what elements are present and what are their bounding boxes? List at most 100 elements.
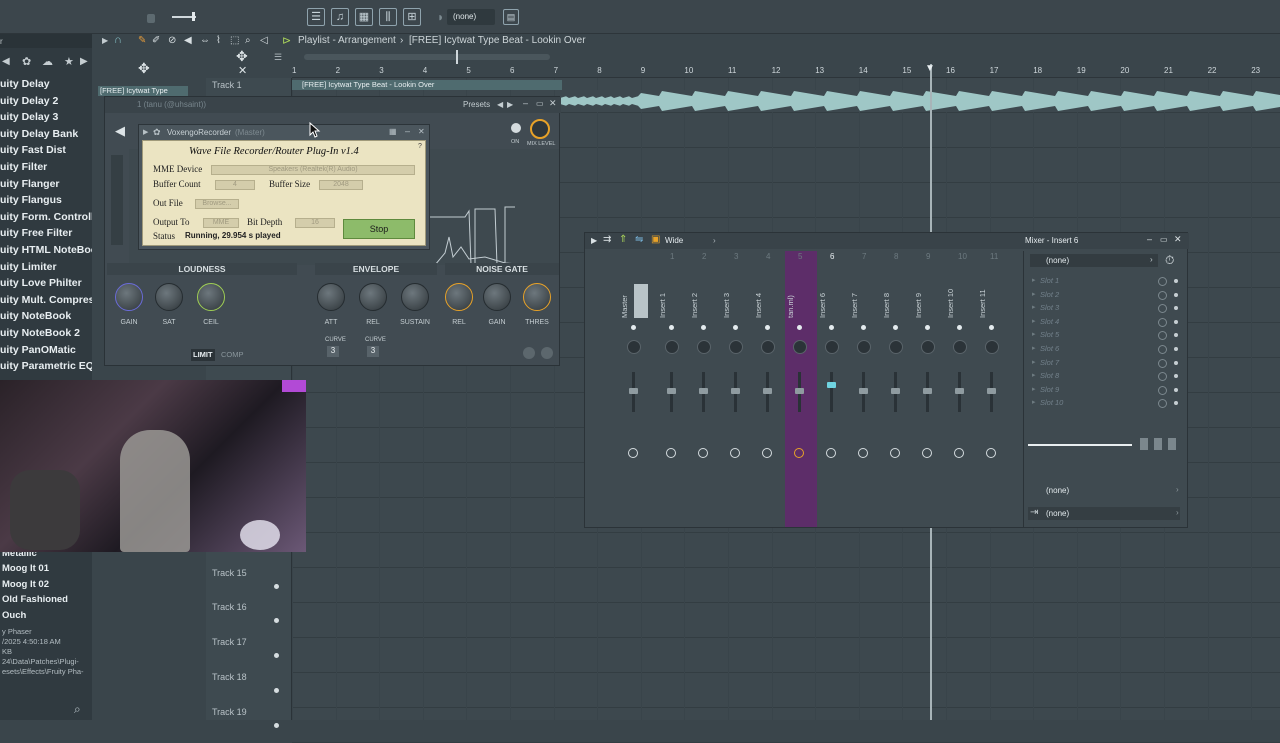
browser-item[interactable]: uity Delay Bank xyxy=(0,126,92,142)
recorder-grid-icon[interactable]: ▦ xyxy=(389,127,397,136)
fx-enable-ring[interactable] xyxy=(826,448,836,458)
mute-tool-icon[interactable]: ◀ xyxy=(184,35,192,46)
volume-fader-cap[interactable] xyxy=(763,388,772,394)
mixer-strip-label[interactable]: Insert 9 xyxy=(914,293,923,318)
fx-enable-ring[interactable] xyxy=(890,448,900,458)
plugin-speaker-icon[interactable]: ◀ xyxy=(115,123,125,139)
mix-level-knob[interactable] xyxy=(530,119,550,139)
slot-mix-knob[interactable] xyxy=(1158,290,1167,300)
mixer-strip-label[interactable]: tan.ml) xyxy=(786,295,795,318)
pan-knob[interactable] xyxy=(921,340,935,354)
next-icon[interactable]: ▶ xyxy=(80,56,88,67)
limit-tab[interactable]: LIMIT xyxy=(191,349,215,361)
mixer-titlebar[interactable]: ▶ ⇉ ⇑ ⇋ ▣ Wide › Mixer - Insert 6 – ▭ ✕ xyxy=(585,233,1189,249)
browser-item[interactable]: uity Delay 3 xyxy=(0,109,92,125)
pan-knob[interactable] xyxy=(985,340,999,354)
output-selector-bottom[interactable]: ⇥ (none) › xyxy=(1028,507,1180,520)
pan-knob[interactable] xyxy=(665,340,679,354)
preset-prev-icon[interactable]: ◀ xyxy=(497,100,503,109)
plugin-knob[interactable] xyxy=(155,283,183,311)
recorder-gear-icon[interactable]: ✿ xyxy=(153,127,161,138)
slot-mix-knob[interactable] xyxy=(1158,345,1167,354)
eq-fader-2[interactable] xyxy=(1154,438,1162,450)
mixer-strip-label[interactable]: Master xyxy=(620,295,629,318)
lock-icon[interactable] xyxy=(147,14,155,23)
mixer-strip-led[interactable] xyxy=(925,325,930,330)
browser-item[interactable]: uity Flanger xyxy=(0,176,92,192)
volume-fader-cap[interactable] xyxy=(795,388,804,394)
slot-mix-knob[interactable] xyxy=(1158,277,1167,286)
zoom-tool-icon[interactable]: ⌕ xyxy=(245,35,251,46)
pan-knob[interactable] xyxy=(697,340,711,354)
browser-item[interactable]: uity Flangus xyxy=(0,192,92,208)
slice-tool-icon[interactable]: ⌇ xyxy=(216,35,221,46)
browser-item[interactable]: uity Parametric EQ xyxy=(0,358,92,374)
mixer-strip-label[interactable]: Insert 8 xyxy=(882,293,891,318)
settings-icon[interactable]: ✿ xyxy=(22,55,31,68)
plugin-scroll-right[interactable] xyxy=(541,347,553,359)
mme-device-field[interactable]: Speakers (Realtek(R) Audio) xyxy=(211,165,415,175)
power-on-button[interactable] xyxy=(511,123,521,133)
fx-enable-ring[interactable] xyxy=(954,448,964,458)
comp-tab[interactable]: COMP xyxy=(221,350,244,359)
mixer-strip-label[interactable]: Insert 6 xyxy=(818,293,827,318)
output-selector-top[interactable]: (none) › xyxy=(1028,484,1180,497)
browser-item[interactable]: uity Delay xyxy=(0,76,92,92)
browser-item[interactable]: uity HTML NoteBook xyxy=(0,242,92,258)
mixer-strip-led[interactable] xyxy=(797,325,802,330)
fx-enable-ring[interactable] xyxy=(666,448,676,458)
recorder-menu-arrow[interactable]: ▶ xyxy=(143,128,148,136)
audio-clip-header[interactable]: [FREE] Icytwat Type Beat - Lookin Over xyxy=(292,80,562,90)
fx-enable-ring[interactable] xyxy=(762,448,772,458)
slot-enable-dot[interactable] xyxy=(1174,387,1178,392)
plugin-knob[interactable] xyxy=(115,283,143,311)
select-tool-icon[interactable]: ⬚ xyxy=(230,35,239,46)
slot-enable-dot[interactable] xyxy=(1174,319,1178,324)
maximize-icon[interactable]: ▭ xyxy=(536,99,544,108)
fx-enable-ring[interactable] xyxy=(858,448,868,458)
volume-fader-cap[interactable] xyxy=(987,388,996,394)
volume-fader-cap[interactable] xyxy=(699,388,708,394)
add-pattern-icon[interactable]: ▤ xyxy=(503,9,519,25)
track-label[interactable]: Track 18 xyxy=(212,672,247,682)
output-to-field[interactable]: MME xyxy=(203,218,239,228)
volume-fader-cap[interactable] xyxy=(667,388,676,394)
mixer-strip-label[interactable]: Insert 11 xyxy=(978,289,987,318)
track-mute-dot[interactable] xyxy=(274,653,279,658)
volume-fader-cap[interactable] xyxy=(955,388,964,394)
slot-enable-dot[interactable] xyxy=(1174,360,1178,365)
mixer-tool-4-icon[interactable]: ▣ xyxy=(651,234,660,245)
pan-knob[interactable] xyxy=(627,340,641,354)
playlist-scroll-thumb[interactable] xyxy=(456,50,458,64)
mixer-strip-label[interactable]: Insert 2 xyxy=(690,293,699,318)
mixer-strip-led[interactable] xyxy=(861,325,866,330)
fx-enable-ring[interactable] xyxy=(794,448,804,458)
track-label[interactable]: Track 19 xyxy=(212,707,247,717)
browser-item[interactable]: uity Mult. Compressor xyxy=(0,292,92,308)
browser-item[interactable]: Ouch xyxy=(2,608,94,624)
browser-item[interactable]: uity Love Philter xyxy=(0,275,92,291)
recorder-minimize-icon[interactable]: – xyxy=(405,126,410,136)
browser-item[interactable]: uity Free Filter xyxy=(0,225,92,241)
mixer-minimize-icon[interactable]: – xyxy=(1147,234,1152,244)
eq-fader-1[interactable] xyxy=(1140,438,1148,450)
mixer-strip-label[interactable]: Insert 4 xyxy=(754,293,763,318)
browser-item[interactable]: uity Filter xyxy=(0,159,92,175)
browser-item[interactable]: uity NoteBook 2 xyxy=(0,325,92,341)
volume-fader-cap[interactable] xyxy=(891,388,900,394)
browser-item[interactable]: uity NoteBook xyxy=(0,308,92,324)
mixer-tool-1-icon[interactable]: ⇉ xyxy=(603,234,611,245)
plugin-knob[interactable] xyxy=(197,283,225,311)
preset-next-icon[interactable]: ▶ xyxy=(507,100,513,109)
fx-enable-ring[interactable] xyxy=(986,448,996,458)
mixer-view-arrow[interactable]: › xyxy=(713,236,716,245)
browser-item[interactable]: uity Form. Controller xyxy=(0,209,92,225)
stop-button[interactable]: Stop xyxy=(343,219,415,239)
recorder-help-icon[interactable]: ? xyxy=(418,143,422,150)
plugin-titlebar[interactable]: 1 (tanu (@uhsaint)) Presets ◀ ▶ – ▭ ✕ xyxy=(105,97,561,113)
magnet-icon[interactable]: ∩ xyxy=(114,34,122,46)
paint-tool-icon[interactable]: ✐ xyxy=(152,35,160,46)
pan-knob[interactable] xyxy=(889,340,903,354)
mixer-strip-led[interactable] xyxy=(893,325,898,330)
track-mute-dot[interactable] xyxy=(274,723,279,728)
